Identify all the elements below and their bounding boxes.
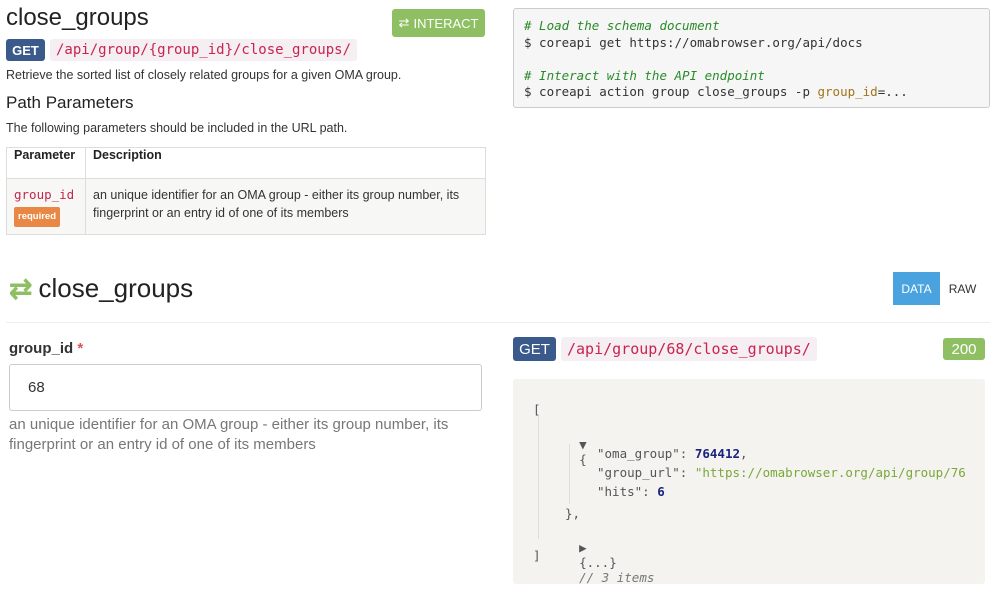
json-object-open: {	[579, 452, 587, 467]
column-header-description: Description	[85, 147, 486, 179]
request-url: /api/group/68/close_groups/	[561, 337, 817, 361]
parameters-table: Parameter Description group_id required …	[6, 147, 486, 235]
code-comment: # Interact with the API endpoint	[524, 67, 765, 83]
swap-icon: ⇄	[398, 15, 410, 30]
field-label-text: group_id	[9, 340, 74, 357]
table-row: group_id required an unique identifier f…	[6, 178, 486, 235]
json-collapsed-comment: // 3 items	[579, 570, 655, 584]
code-comment: # Load the schema document	[524, 18, 720, 33]
json-key: "hits"	[597, 484, 643, 499]
json-key: "oma_group"	[597, 446, 680, 461]
json-row: "oma_group": 764412,	[597, 446, 748, 461]
interact-title: ⇄ close_groups	[9, 272, 193, 305]
json-row: "hits": 6	[597, 484, 665, 499]
endpoint-url: /api/group/{group_id}/close_groups/	[50, 39, 358, 61]
table-header-row: Parameter Description	[6, 147, 486, 179]
interact-button[interactable]: ⇄ INTERACT	[392, 9, 485, 37]
column-header-parameter: Parameter	[6, 147, 86, 179]
group-id-input[interactable]	[9, 364, 482, 411]
page-title: close_groups	[6, 4, 149, 31]
required-badge: required	[14, 207, 61, 227]
endpoint-description: Retrieve the sorted list of closely rela…	[6, 68, 402, 82]
status-badge: 200	[943, 338, 985, 360]
path-parameters-heading: Path Parameters	[6, 93, 134, 112]
group-id-help: an unique identifier for an OMA group - …	[9, 416, 449, 453]
json-value-number: 6	[657, 484, 665, 499]
group-id-label: group_id *	[9, 340, 83, 357]
json-object-close: },	[565, 506, 581, 521]
json-value-number: 764412	[694, 446, 741, 461]
method-badge: GET	[6, 39, 45, 61]
json-collapsed: {...}	[579, 555, 617, 570]
json-row: "group_url": "https://omabrowser.org/api…	[597, 465, 966, 480]
parameter-name: group_id	[14, 187, 75, 202]
tab-raw[interactable]: RAW	[940, 272, 985, 305]
json-collapsed-row: ▶ {...} // 3 items	[549, 525, 654, 584]
code-line-prefix: $ coreapi action group close_groups -p	[524, 84, 818, 99]
interact-title-label: close_groups	[38, 273, 194, 303]
code-sample: # Load the schema document $ coreapi get…	[513, 8, 990, 108]
collapse-toggle-icon[interactable]: ▼	[579, 437, 587, 452]
parameter-cell: group_id required	[6, 178, 86, 235]
required-asterisk: *	[77, 340, 84, 357]
parameter-description: an unique identifier for an OMA group - …	[85, 178, 486, 235]
json-key: "group_url"	[597, 465, 680, 480]
section-divider	[6, 322, 990, 323]
swap-arrows-icon: ⇄	[9, 273, 33, 304]
interact-button-label: INTERACT	[413, 15, 479, 31]
request-method-badge: GET	[513, 337, 556, 361]
expand-toggle-icon[interactable]: ▶	[579, 540, 587, 555]
code-param: group_id	[817, 84, 878, 99]
indent-guide	[538, 416, 539, 539]
tab-data[interactable]: DATA	[893, 272, 940, 305]
json-value-string: "https://omabrowser.org/api/group/76	[694, 465, 966, 480]
path-parameters-subtext: The following parameters should be inclu…	[6, 121, 348, 135]
json-object-row: ▼ {	[549, 422, 587, 482]
code-line-suffix: =...	[877, 84, 908, 99]
json-close-bracket: ]	[533, 548, 541, 563]
json-open-bracket: [	[533, 402, 541, 417]
code-line: $ coreapi get https://omabrowser.org/api…	[524, 34, 863, 50]
response-body: [ ▼ { "oma_group": 764412, "group_url": …	[513, 379, 985, 584]
